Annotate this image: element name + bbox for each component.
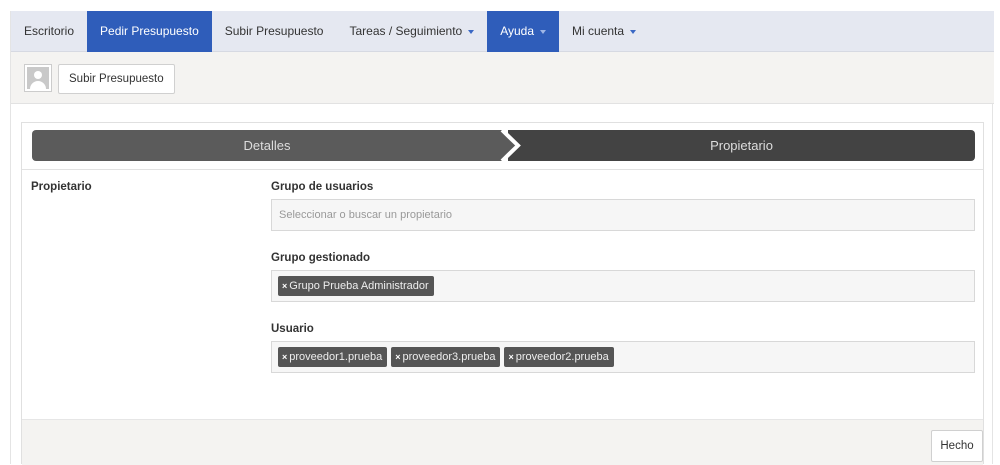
panel-footer: Hecho (22, 419, 983, 465)
app-frame: Escritorio Pedir Presupuesto Subir Presu… (10, 11, 994, 465)
user-group-select[interactable]: Seleccionar o buscar un propietario (271, 199, 975, 231)
remove-tag-icon[interactable]: × (395, 352, 400, 362)
upload-budget-button[interactable]: Subir Presupuesto (58, 64, 175, 94)
step-label: Propietario (710, 138, 773, 153)
user-group-label: Grupo de usuarios (271, 181, 374, 193)
step-label: Detalles (243, 138, 291, 153)
nav-label: Subir Presupuesto (224, 24, 324, 38)
tag-chip: × proveedor2.prueba (504, 347, 614, 367)
tag-chip: × proveedor1.prueba (278, 347, 388, 367)
user-group-placeholder: Seleccionar o buscar un propietario (279, 209, 453, 221)
nav-label: Ayuda (500, 24, 535, 38)
nav-item-tareas-seguimiento[interactable]: Tareas / Seguimiento (336, 11, 487, 52)
sub-toolbar: Subir Presupuesto (11, 52, 994, 104)
nav-label: Tareas / Seguimiento (349, 24, 463, 38)
step-owner[interactable]: Propietario (508, 130, 975, 161)
user-select[interactable]: × proveedor1.prueba × proveedor3.prueba × p… (271, 341, 975, 373)
tag-label: Grupo Prueba Administrador (289, 280, 429, 292)
tag-chip: × proveedor3.prueba (391, 347, 501, 367)
user-label: Usuario (271, 323, 314, 335)
nav-label: Pedir Presupuesto (100, 24, 199, 38)
tag-label: proveedor2.prueba (515, 351, 609, 363)
top-navbar: Escritorio Pedir Presupuesto Subir Presu… (11, 11, 994, 52)
chevron-down-icon (468, 29, 475, 34)
step-arrow-icon (482, 130, 521, 161)
tag-label: proveedor3.prueba (402, 351, 496, 363)
remove-tag-icon[interactable]: × (508, 352, 513, 362)
nav-item-escritorio[interactable]: Escritorio (11, 11, 87, 52)
done-button[interactable]: Hecho (931, 430, 983, 462)
wizard-steps: Detalles Propietario (32, 130, 975, 161)
managed-group-label: Grupo gestionado (271, 252, 371, 264)
remove-tag-icon[interactable]: × (282, 281, 287, 291)
chevron-down-icon (540, 29, 547, 34)
tag-label: proveedor1.prueba (289, 351, 383, 363)
remove-tag-icon[interactable]: × (282, 352, 287, 362)
managed-group-select[interactable]: × Grupo Prueba Administrador (271, 270, 975, 302)
avatar[interactable] (24, 64, 52, 92)
step-details[interactable]: Detalles (32, 130, 502, 161)
user-avatar-icon (27, 67, 49, 89)
divider (22, 169, 983, 170)
nav-item-subir-presupuesto[interactable]: Subir Presupuesto (212, 11, 337, 52)
tag-chip: × Grupo Prueba Administrador (278, 276, 434, 296)
nav-item-mi-cuenta[interactable]: Mi cuenta (559, 11, 649, 52)
nav-label: Escritorio (24, 24, 75, 38)
nav-item-pedir-presupuesto[interactable]: Pedir Presupuesto (87, 11, 212, 52)
chevron-down-icon (630, 29, 637, 34)
section-label: Propietario (31, 181, 92, 193)
owner-panel: Detalles Propietario Propietario Grupo d… (21, 122, 984, 465)
nav-item-ayuda[interactable]: Ayuda (487, 11, 560, 52)
nav-label: Mi cuenta (572, 24, 625, 38)
